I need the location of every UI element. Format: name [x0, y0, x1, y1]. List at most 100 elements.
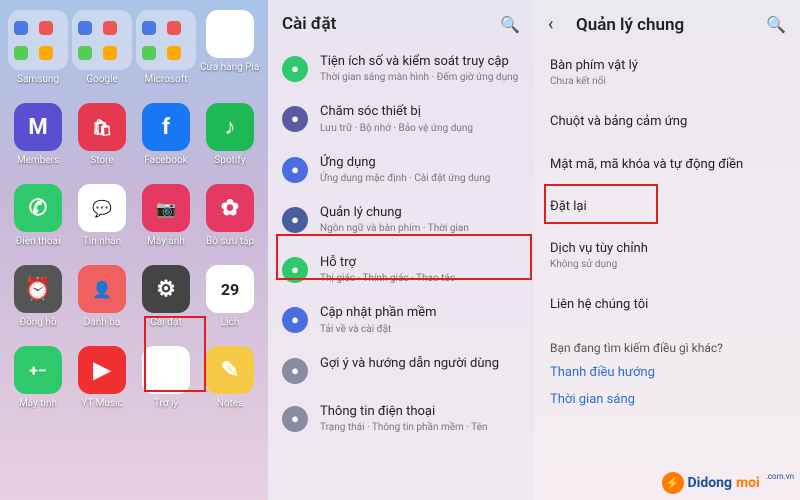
settings-item-label: Gợi ý và hướng dẫn người dùng	[320, 356, 520, 372]
settings-item-icon: ●	[282, 307, 308, 333]
app-icon: ✎	[206, 346, 254, 394]
app-label: Điện thoại	[16, 236, 61, 247]
app-google[interactable]: Google	[72, 10, 132, 85]
settings-item-sub: Ngôn ngữ và bàn phím · Thời gian	[320, 222, 520, 235]
settings-item[interactable]: ● Quản lý chungNgôn ngữ và bàn phím · Thờ…	[268, 195, 534, 245]
looking-for-else: Bạn đang tìm kiếm điều gì khác?	[534, 327, 800, 359]
gm-item-label: Liên hệ chúng tôi	[550, 297, 784, 313]
settings-item-label: Quản lý chung	[320, 205, 520, 221]
app-trợ-lý[interactable]: ◐Trợ lý	[136, 346, 196, 409]
app-icon: +−	[14, 346, 62, 394]
app-icon: M	[14, 103, 62, 151]
app-icon: ◐	[142, 346, 190, 394]
app-icon: ⚙	[142, 265, 190, 313]
settings-item-sub: Ứng dụng mặc định · Cài đặt ứng dụng	[320, 172, 520, 185]
app-notes[interactable]: ✎ Notes	[200, 346, 260, 409]
app-store[interactable]: 🛍 Store	[72, 103, 132, 166]
app-label: YT Music	[81, 398, 122, 409]
settings-item-icon: ●	[282, 157, 308, 183]
gm-item[interactable]: Dịch vụ tùy chỉnhKhông sử dụng	[534, 228, 800, 284]
app-yt-music[interactable]: ▶ YT Music	[72, 346, 132, 409]
settings-item-icon: ●	[282, 257, 308, 283]
settings-item[interactable]: ●Thông tin điện thoạiTrạng thái · Thông …	[268, 394, 534, 444]
watermark-logo-icon: ⚡	[662, 472, 684, 494]
watermark-sub: .com.vn	[766, 472, 794, 481]
settings-item-icon: ●	[282, 358, 308, 384]
app-máy-tính[interactable]: +− Máy tính	[8, 346, 68, 409]
app-cửa-hàng-play[interactable]: ▶ Cửa hàng Play	[200, 10, 260, 85]
search-icon[interactable]: 🔍	[500, 15, 520, 34]
app-lịch[interactable]: 29 Lịch	[200, 265, 260, 328]
app-icon: 📷	[142, 184, 190, 232]
app-label: Cửa hàng Play	[200, 62, 260, 73]
app-tin-nhắn[interactable]: 💬Tin nhắn	[72, 184, 132, 247]
gm-item[interactable]: Liên hệ chúng tôi	[534, 284, 800, 326]
app-label: Members	[17, 155, 59, 166]
app-icon: 🛍	[78, 103, 126, 151]
app-label: Notes	[217, 398, 244, 409]
gm-item-label: Chuột và bảng cảm ứng	[550, 114, 784, 130]
app-samsung[interactable]: Samsung	[8, 10, 68, 85]
link-nav-bar[interactable]: Thanh điều hướng	[534, 359, 800, 386]
app-label: Store	[90, 155, 113, 166]
settings-item[interactable]: ●Chăm sóc thiết bịLưu trữ · Bộ nhớ · Bảo…	[268, 94, 534, 144]
app-label: Bộ sưu tập	[206, 236, 254, 247]
settings-item-label: Hỗ trợ	[320, 255, 520, 271]
app-cài-đặt[interactable]: ⚙ Cài đặt	[136, 265, 196, 328]
gm-item[interactable]: Chuột và bảng cảm ứng	[534, 101, 800, 143]
panel-home-screen: Samsung Google Microsoft ▶ Cửa hàng Play M Mem…	[0, 0, 268, 500]
link-screen-timeout[interactable]: Thời gian sáng	[534, 386, 800, 413]
settings-item-icon: ●	[282, 207, 308, 233]
app-điện-thoại[interactable]: ✆Điện thoại	[8, 184, 68, 247]
app-label: Lịch	[221, 317, 240, 328]
app-spotify[interactable]: ♪Spotify	[200, 103, 260, 166]
app-icon: ⏰	[14, 265, 62, 313]
settings-item-icon: ●	[282, 106, 308, 132]
app-microsoft[interactable]: Microsoft	[136, 10, 196, 85]
app-label: Samsung	[17, 74, 59, 85]
app-icon	[8, 10, 68, 70]
gm-item[interactable]: Mật mã, mã khóa và tự động điền	[534, 144, 800, 186]
app-icon: ▶	[206, 10, 254, 58]
app-danh-bạ[interactable]: 👤Danh bạ	[72, 265, 132, 328]
search-icon[interactable]: 🔍	[766, 15, 786, 34]
app-label: Spotify	[214, 155, 245, 166]
settings-item-sub: Thị giác · Thính giác · Thao tác	[320, 272, 520, 285]
settings-item-sub: Thời gian sáng màn hình · Đếm giờ ứng dụ…	[320, 71, 520, 84]
settings-item[interactable]: ● Hỗ trợThị giác · Thính giác · Thao tác	[268, 245, 534, 295]
app-label: Microsoft	[144, 74, 187, 85]
app-label: Tin nhắn	[83, 236, 121, 247]
app-members[interactable]: M Members	[8, 103, 68, 166]
settings-item-icon: ●	[282, 56, 308, 82]
back-icon[interactable]: ‹	[548, 14, 566, 35]
settings-item[interactable]: ●Cập nhật phần mềmTải về và cài đặt	[268, 295, 534, 345]
settings-item[interactable]: ●Tiện ích số và kiểm soát truy cậpThời g…	[268, 44, 534, 94]
app-máy-ảnh[interactable]: 📷Máy ảnh	[136, 184, 196, 247]
gm-item[interactable]: Bàn phím vật lýChưa kết nối	[534, 45, 800, 101]
app-đồng-hồ[interactable]: ⏰ Đồng hồ	[8, 265, 68, 328]
settings-item-label: Ứng dụng	[320, 155, 520, 171]
app-label: Máy tính	[19, 398, 57, 409]
app-label: Đồng hồ	[19, 317, 56, 328]
settings-item-sub: Tải về và cài đặt	[320, 323, 520, 336]
settings-item-label: Thông tin điện thoại	[320, 404, 520, 420]
gm-item[interactable]: Đặt lại	[534, 186, 800, 228]
watermark-brand2: moi	[736, 475, 760, 491]
panel-settings: Cài đặt 🔍 ●Tiện ích số và kiểm soát truy…	[268, 0, 534, 500]
app-facebook[interactable]: f Facebook	[136, 103, 196, 166]
gm-item-sub: Chưa kết nối	[550, 75, 784, 88]
app-icon: f	[142, 103, 190, 151]
settings-item-sub: Trạng thái · Thông tin phần mềm · Tên	[320, 421, 520, 434]
app-bộ-sưu-tập[interactable]: ✿ Bộ sưu tập	[200, 184, 260, 247]
app-icon: 29	[206, 265, 254, 313]
app-icon: ▶	[78, 346, 126, 394]
panel-general-management: ‹ Quản lý chung 🔍 Bàn phím vật lýChưa kế…	[534, 0, 800, 500]
settings-item[interactable]: ● Gợi ý và hướng dẫn người dùng	[268, 346, 534, 394]
gm-item-label: Đặt lại	[550, 199, 784, 215]
app-icon: ✿	[206, 184, 254, 232]
settings-item-sub: Lưu trữ · Bộ nhớ · Bảo vệ ứng dụng	[320, 122, 520, 135]
settings-item[interactable]: ● Ứng dụngỨng dụng mặc định · Cài đặt ứng…	[268, 145, 534, 195]
app-label: Cài đặt	[150, 317, 182, 328]
gm-item-label: Mật mã, mã khóa và tự động điền	[550, 157, 784, 173]
app-label: Facebook	[144, 155, 187, 166]
